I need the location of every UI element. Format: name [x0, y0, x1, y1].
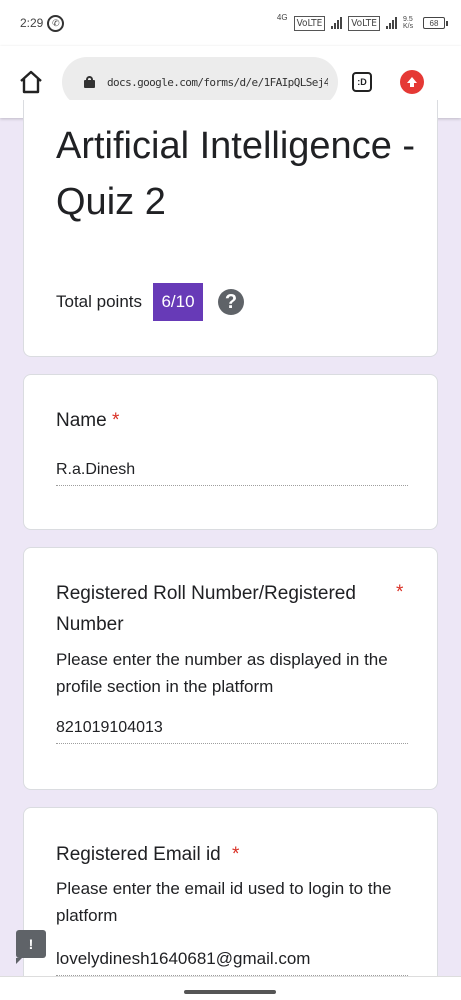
data-rate: 9.5 K/s: [403, 16, 414, 30]
report-feedback-button[interactable]: !: [16, 930, 46, 964]
question-label: Name *: [56, 405, 119, 436]
question-label-text: Registered Email id: [56, 844, 221, 865]
gesture-handle[interactable]: [184, 990, 276, 994]
form-header-card: Artificial Intelligence - Quiz 2 Total p…: [23, 100, 438, 357]
network-type: 4G: [276, 12, 288, 22]
battery-icon: 68: [423, 17, 448, 29]
tabs-button[interactable]: :D: [352, 72, 372, 92]
total-points: Total points 6/10 ?: [56, 283, 244, 321]
question-card-roll-number: Registered Roll Number/Registered Number…: [23, 547, 438, 790]
question-label: Registered Email id *: [56, 839, 239, 870]
home-icon: [20, 70, 42, 94]
upload-button[interactable]: [400, 70, 424, 94]
help-icon[interactable]: ?: [218, 289, 244, 315]
points-badge: 6/10: [153, 283, 203, 321]
question-label-text: Name: [56, 410, 107, 431]
status-indicators: 4G VoLTE VoLTE 9.5 K/s 68: [276, 12, 448, 31]
tabs-icon: :D: [357, 77, 367, 87]
whatsapp-icon: ✆: [47, 14, 65, 32]
question-card-name: Name * R.a.Dinesh: [23, 374, 438, 530]
status-time: 2:29: [20, 16, 44, 30]
answer-text: 821019104013: [56, 719, 408, 744]
url-text: docs.google.com/forms/d/e/1FAIpQLSej4;: [107, 75, 328, 89]
question-description: Please enter the number as displayed in …: [56, 650, 388, 696]
form-title: Artificial Intelligence - Quiz 2: [56, 125, 416, 223]
signal-icon: [331, 17, 343, 29]
alert-icon: !: [28, 936, 34, 952]
required-asterisk: *: [232, 844, 240, 865]
volte-badge-1: VoLTE: [293, 15, 326, 31]
battery-level: 68: [429, 18, 439, 28]
lock-icon: [84, 76, 95, 88]
answer-text: lovelydinesh1640681@gmail.com: [56, 949, 408, 976]
volte-badge-2: VoLTE: [348, 15, 380, 31]
points-label: Total points: [56, 292, 142, 311]
required-asterisk: *: [396, 582, 404, 603]
signal-icon-2: [386, 17, 397, 29]
question-description: Please enter the email id used to login …: [56, 879, 392, 925]
upload-icon: [407, 77, 417, 87]
answer-text: R.a.Dinesh: [56, 461, 408, 486]
required-asterisk: *: [111, 410, 120, 431]
question-card-email: Registered Email id * Please enter the e…: [23, 807, 438, 1000]
system-nav-bar: [0, 976, 461, 1000]
question-label: Registered Roll Number/Registered Number: [56, 583, 356, 635]
status-bar: 2:29 ✆ 4G VoLTE VoLTE 9.5 K/s 68: [0, 0, 461, 46]
home-button[interactable]: [16, 67, 46, 97]
